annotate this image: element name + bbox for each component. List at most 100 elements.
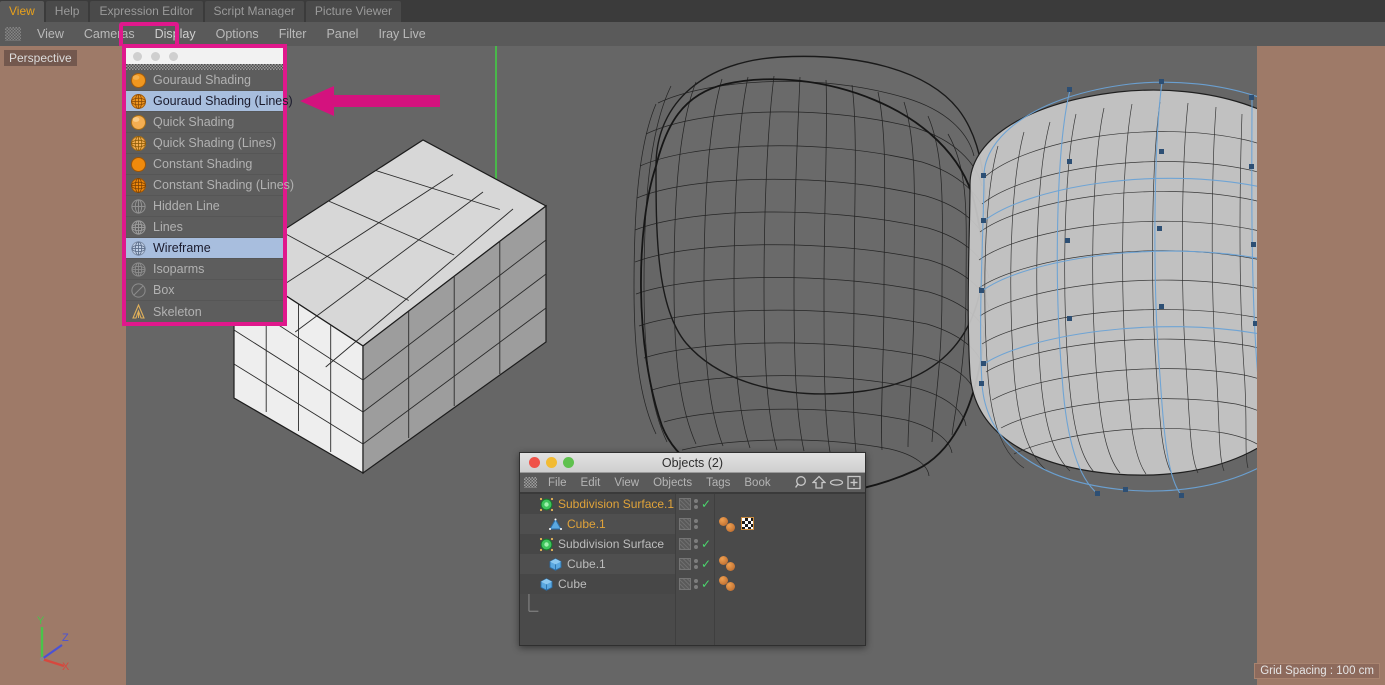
menu-item-label: Gouraud Shading (Lines)	[153, 94, 293, 108]
object-label: Cube	[558, 577, 587, 591]
table-row[interactable]: Cube.1	[520, 514, 675, 534]
menu-item-skeleton[interactable]: Skeleton	[126, 301, 283, 322]
menu-panel[interactable]: Panel	[316, 22, 368, 46]
material-tag[interactable]	[726, 562, 735, 571]
subdivision-surface-icon	[539, 497, 554, 512]
objects-manager-window[interactable]: Objects (2) File Edit View Objects Tags …	[519, 452, 866, 646]
visibility-dots[interactable]	[694, 559, 698, 569]
tab-script-manager[interactable]: Script Manager	[204, 1, 304, 22]
objects-menu-edit[interactable]: Edit	[574, 473, 608, 493]
search-icon[interactable]	[795, 475, 809, 495]
eye-icon[interactable]	[829, 475, 844, 495]
menu-item-quick-shading[interactable]: Quick Shading	[126, 112, 283, 133]
menu-item-gouraud-shading-lines[interactable]: Gouraud Shading (Lines)	[126, 91, 293, 112]
table-row[interactable]: Subdivision Surface.1	[520, 494, 675, 514]
objects-tags-column[interactable]	[715, 494, 865, 645]
tab-picture-viewer[interactable]: Picture Viewer	[305, 1, 402, 22]
table-row[interactable]: Subdivision Surface	[520, 534, 675, 554]
menu-item-label: Hidden Line	[153, 199, 220, 213]
cube-primitive-icon	[548, 557, 563, 572]
objects-menu-tags[interactable]: Tags	[699, 473, 737, 493]
tab-help[interactable]: Help	[45, 1, 89, 22]
add-layer-icon[interactable]	[847, 475, 861, 495]
objects-window-title: Objects (2)	[661, 455, 724, 470]
tag-row[interactable]	[715, 514, 865, 534]
menu-dot-3	[169, 51, 178, 61]
menu-item-label: Box	[153, 283, 175, 297]
visibility-dots[interactable]	[694, 579, 698, 589]
menu-item-constant-shading[interactable]: Constant Shading	[126, 154, 283, 175]
visibility-dots[interactable]	[694, 539, 698, 549]
objects-menu-view[interactable]: View	[607, 473, 646, 493]
layer-swatch[interactable]	[679, 518, 691, 530]
menu-item-constant-shading-lines[interactable]: Constant Shading (Lines)	[126, 175, 294, 196]
objects-tree-column[interactable]: Subdivision Surface.1 Cube.1 Subdivision…	[520, 494, 675, 645]
menu-item-box[interactable]: Box	[126, 280, 283, 301]
sphere-solid-icon	[130, 156, 147, 173]
enable-check-icon[interactable]: ✓	[701, 578, 711, 590]
polygon-mesh-icon	[548, 517, 563, 532]
enable-check-icon[interactable]: ✓	[701, 498, 711, 510]
table-row[interactable]: Cube.1	[520, 554, 675, 574]
axis-label-y: Y	[37, 615, 45, 627]
layer-swatch[interactable]	[679, 498, 691, 510]
home-icon[interactable]	[811, 475, 827, 495]
grip-dots-icon[interactable]	[524, 477, 537, 488]
visibility-row[interactable]: ✓	[676, 574, 714, 594]
menu-item-label: Isoparms	[153, 262, 205, 276]
viewport-menu-bar: View Cameras Display Options Filter Pane…	[0, 22, 1385, 61]
enable-check-icon[interactable]: ✓	[701, 538, 711, 550]
menu-item-label: Lines	[153, 220, 183, 234]
tag-row[interactable]	[715, 574, 865, 594]
menu-view[interactable]: View	[27, 22, 74, 46]
objects-tree-body[interactable]: Subdivision Surface.1 Cube.1 Subdivision…	[520, 493, 865, 645]
menu-item-lines[interactable]: Lines	[126, 217, 283, 238]
visibility-row[interactable]: ✓	[676, 534, 714, 554]
tag-row[interactable]	[715, 554, 865, 574]
cube-primitive-icon	[539, 577, 554, 592]
visibility-dots[interactable]	[694, 499, 698, 509]
menu-filter[interactable]: Filter	[269, 22, 317, 46]
visibility-row[interactable]	[676, 514, 714, 534]
visibility-row[interactable]: ✓	[676, 494, 714, 514]
objects-menu-objects[interactable]: Objects	[646, 473, 699, 493]
material-tag[interactable]	[726, 582, 735, 591]
tag-row[interactable]	[715, 534, 865, 554]
material-tag[interactable]	[726, 523, 735, 532]
globe-grey-icon	[130, 219, 147, 236]
menu-item-gouraud-shading[interactable]: Gouraud Shading	[126, 70, 283, 91]
tab-expression-editor[interactable]: Expression Editor	[90, 1, 203, 22]
texture-checker-tag[interactable]	[741, 517, 754, 530]
enable-check-icon[interactable]: ✓	[701, 558, 711, 570]
top-tab-strip: View Help Expression Editor Script Manag…	[0, 0, 1385, 22]
objects-visibility-column[interactable]: ✓ ✓ ✓ ✓	[675, 494, 715, 645]
menu-item-label: Constant Shading (Lines)	[153, 178, 295, 192]
layer-swatch[interactable]	[679, 578, 691, 590]
sphere-solid-icon	[130, 72, 147, 89]
layer-swatch[interactable]	[679, 558, 691, 570]
tab-view[interactable]: View	[0, 1, 44, 22]
display-dropdown-menu[interactable]: Gouraud Shading Gouraud Shading (Lines) …	[122, 44, 294, 326]
objects-menu-file[interactable]: File	[541, 473, 574, 493]
menu-item-quick-shading-lines[interactable]: Quick Shading (Lines)	[126, 133, 283, 154]
menu-cameras[interactable]: Cameras	[74, 22, 145, 46]
visibility-dots[interactable]	[694, 519, 698, 529]
objects-window-titlebar[interactable]: Objects (2)	[520, 453, 865, 473]
axis-label-x: X	[62, 661, 70, 671]
objects-menu-book[interactable]: Book	[737, 473, 777, 493]
menu-options[interactable]: Options	[206, 22, 269, 46]
tag-row[interactable]	[715, 494, 865, 514]
grip-dots-icon[interactable]	[5, 27, 21, 41]
visibility-row[interactable]: ✓	[676, 554, 714, 574]
sphere-wireframe-icon	[130, 93, 147, 110]
table-row[interactable]: Cube	[520, 574, 675, 594]
menu-item-isoparms[interactable]: Isoparms	[126, 259, 283, 280]
circle-slash-icon	[130, 282, 147, 299]
menu-iray-live[interactable]: Iray Live	[368, 22, 435, 46]
menu-item-hidden-line[interactable]: Hidden Line	[126, 196, 283, 217]
menu-item-wireframe[interactable]: Wireframe	[126, 238, 283, 259]
layer-swatch[interactable]	[679, 538, 691, 550]
object-label: Subdivision Surface	[558, 537, 665, 551]
menu-titlebar[interactable]	[126, 48, 283, 64]
menu-display[interactable]: Display	[145, 22, 206, 46]
